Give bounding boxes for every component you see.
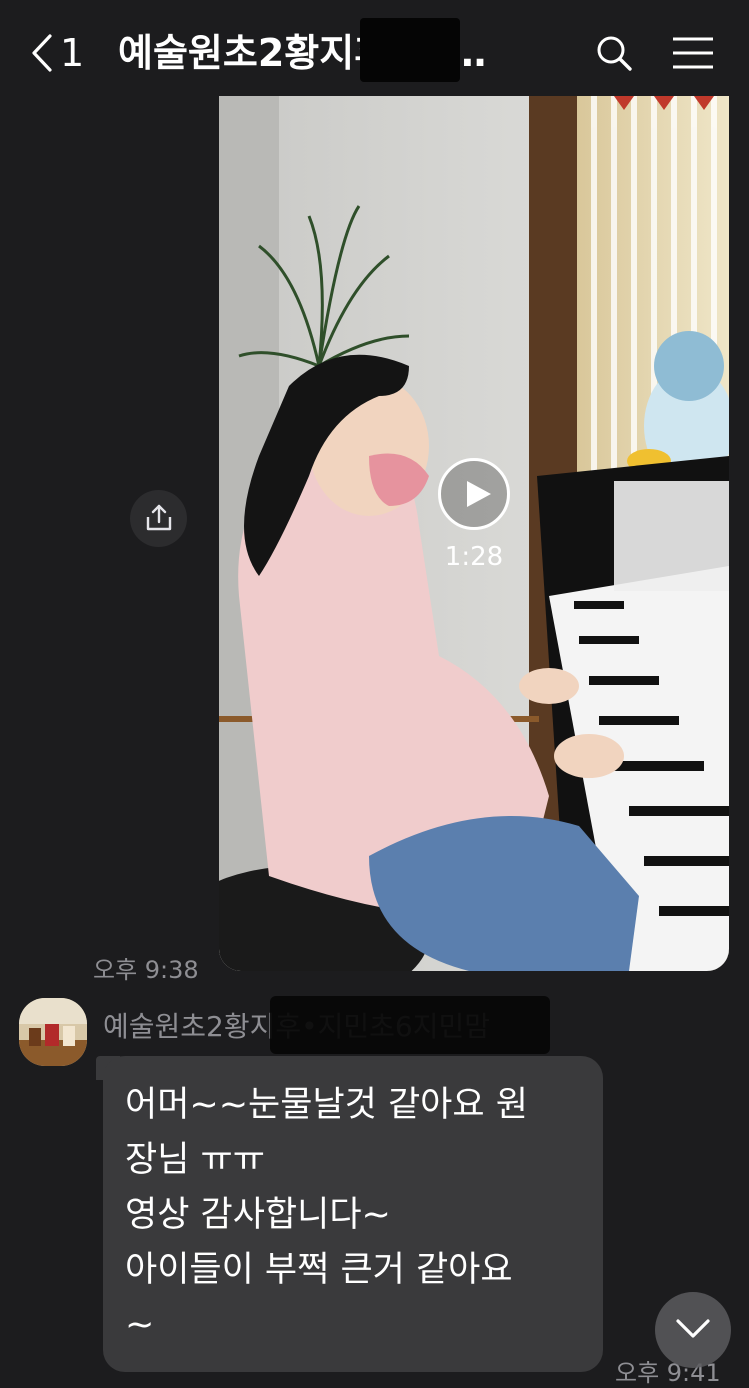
play-button[interactable] <box>438 458 510 530</box>
chevron-down-icon <box>676 1319 710 1338</box>
back-button[interactable]: 1 <box>30 30 84 76</box>
message-line: 영상 감사합니다~ <box>125 1195 391 1235</box>
chat-title[interactable]: 예술원초2황지후•지… <box>118 28 578 78</box>
message-time: 오후 9:38 <box>93 956 199 984</box>
redaction-mark <box>360 18 460 82</box>
message-line: ~ <box>125 1305 155 1345</box>
video-duration: 1:28 <box>444 542 504 572</box>
menu-icon[interactable] <box>672 36 714 70</box>
message-line: 어머~~눈물날것 같아요 원 <box>125 1085 528 1125</box>
share-button[interactable] <box>130 490 187 547</box>
redaction-mark <box>270 996 550 1054</box>
message-line: 아이들이 부쩍 큰거 같아요 <box>125 1250 513 1290</box>
message-line: 장님 ㅠㅠ <box>125 1140 265 1180</box>
avatar[interactable] <box>19 998 87 1066</box>
video-thumbnail <box>219 96 729 971</box>
video-message[interactable] <box>219 96 729 971</box>
message-bubble[interactable]: 어머~~눈물날것 같아요 원 장님 ㅠㅠ 영상 감사합니다~ 아이들이 부쩍 큰… <box>103 1056 603 1372</box>
unread-count: 1 <box>60 31 85 75</box>
share-icon <box>146 504 172 531</box>
chat-header: 1 예술원초2황지후•지… <box>0 0 749 100</box>
search-icon[interactable] <box>595 34 633 72</box>
chevron-left-icon <box>32 34 52 72</box>
profile-photo <box>19 998 87 1066</box>
play-icon <box>467 481 491 507</box>
scroll-to-bottom-button[interactable] <box>655 1292 731 1368</box>
